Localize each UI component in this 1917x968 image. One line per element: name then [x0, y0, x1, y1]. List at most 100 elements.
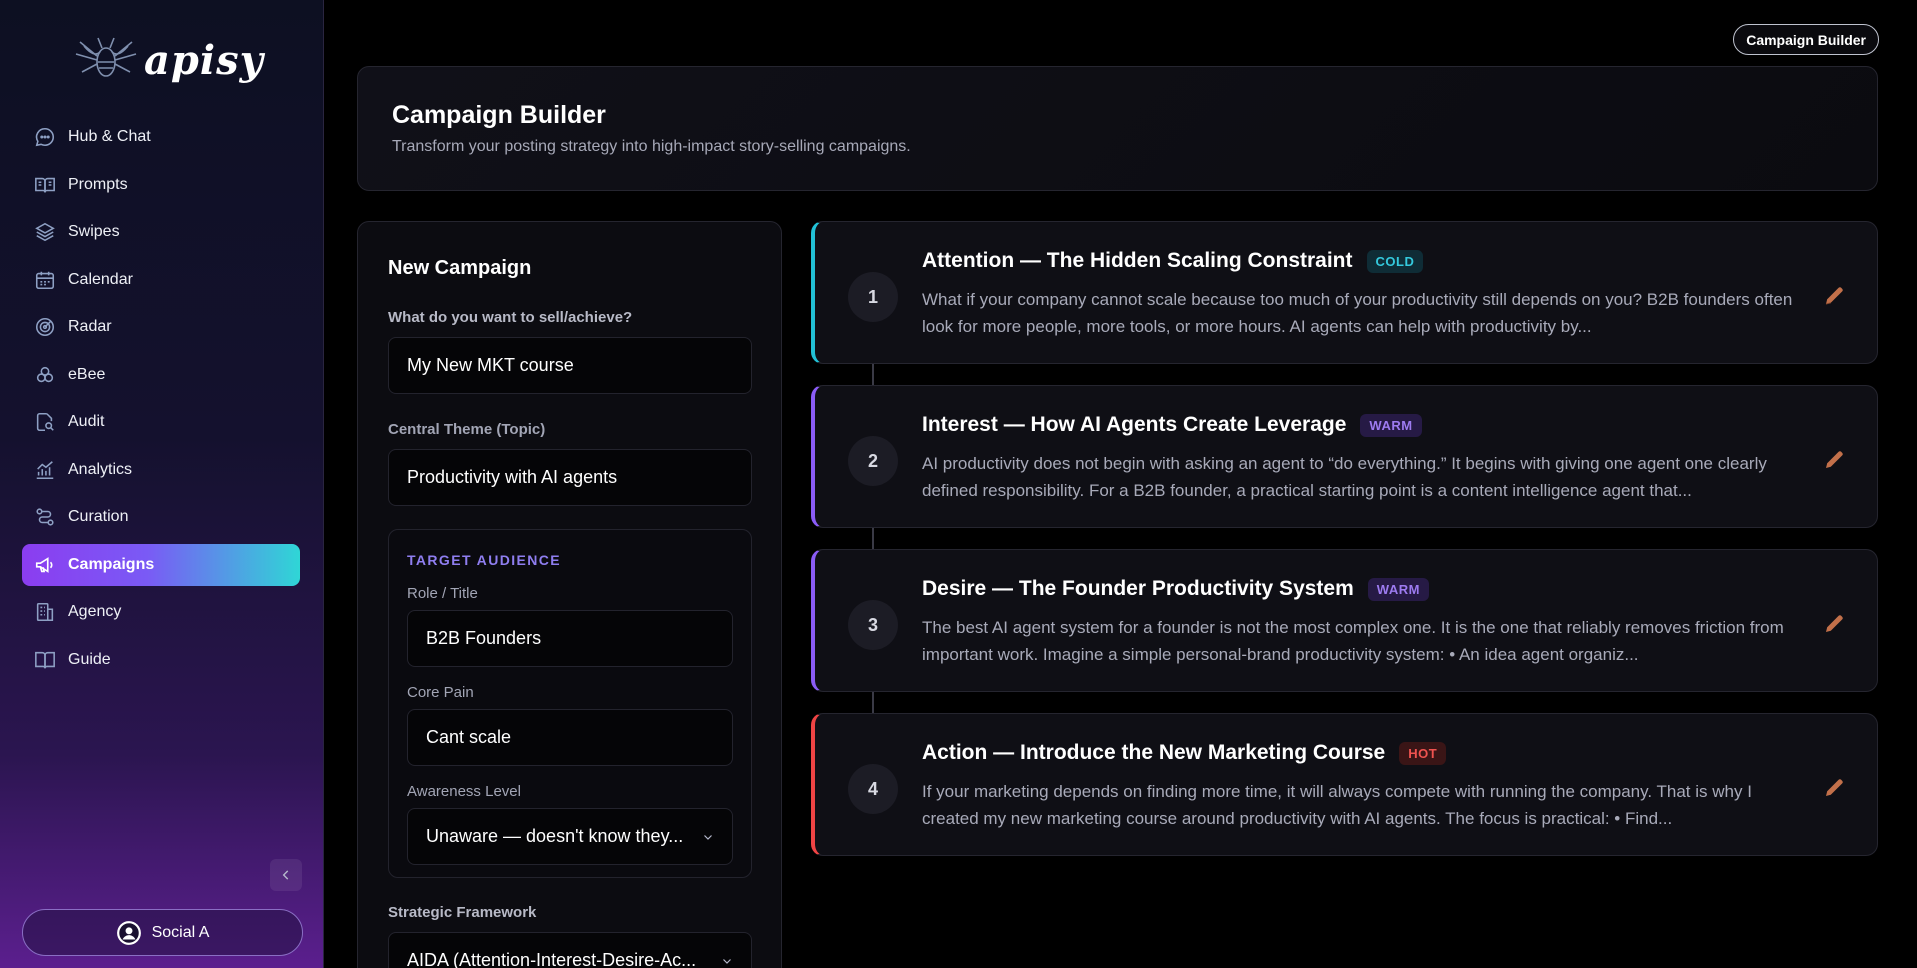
sidebar-item-label: Hub & Chat — [68, 128, 151, 145]
step-body: The best AI agent system for a founder i… — [922, 618, 1784, 664]
sidebar-item-analytics[interactable]: Analytics — [22, 449, 300, 491]
app-name: apisy — [144, 36, 264, 84]
framework-select[interactable]: AIDA (Attention-Interest-Desire-Ac... — [388, 932, 752, 968]
step-body: AI productivity does not begin with aski… — [922, 454, 1767, 500]
target-audience-section: TARGET AUDIENCE Role / Title B2B Founder… — [388, 529, 752, 878]
radar-icon — [35, 317, 55, 337]
chevron-down-icon — [723, 959, 731, 964]
step-header: Interest — How AI Agents Create Leverage… — [922, 413, 1422, 437]
step-title: Attention — The Hidden Scaling Constrain… — [922, 249, 1353, 272]
chevron-down-icon — [704, 835, 712, 840]
chevron-left-icon — [282, 870, 289, 880]
step-body: If your marketing depends on finding mor… — [922, 782, 1752, 828]
pencil-icon[interactable] — [1823, 447, 1847, 471]
sidebar-nav: Hub & Chat Prompts Swipes Calendar Radar… — [22, 116, 300, 686]
sidebar-item-label: Calendar — [68, 270, 133, 288]
sidebar-item-label: Curation — [68, 508, 129, 525]
sidebar-item-hub-chat[interactable]: Hub & Chat — [22, 116, 300, 158]
layers-icon — [35, 222, 55, 242]
sidebar-item-label: Swipes — [68, 223, 120, 240]
core-pain-input[interactable]: Cant scale — [407, 709, 733, 766]
step-connector — [872, 528, 874, 550]
hexagon-cluster-icon — [36, 366, 54, 382]
role-label: Role / Title — [407, 585, 478, 602]
page-header: Campaign Builder Transform your posting … — [357, 66, 1878, 191]
trend-chart-icon — [36, 460, 54, 479]
sidebar-item-label: Campaigns — [68, 555, 155, 573]
campaign-builder-badge[interactable]: Campaign Builder — [1733, 24, 1879, 55]
form-title: New Campaign — [388, 257, 532, 279]
step-header: Desire — The Founder Productivity System… — [922, 577, 1429, 601]
calendar-icon — [35, 271, 55, 289]
step-title: Interest — How AI Agents Create Leverage — [922, 413, 1347, 436]
file-search-icon — [36, 412, 54, 432]
step-title: Desire — The Founder Productivity System — [922, 577, 1354, 600]
app-logo[interactable]: apisy — [72, 32, 264, 88]
theme-input[interactable]: Productivity with AI agents — [388, 449, 752, 506]
theme-input-value: Productivity with AI agents — [407, 467, 618, 487]
goal-input[interactable]: My New MKT course — [388, 337, 752, 394]
temperature-badge: WARM — [1367, 577, 1429, 601]
sidebar-item-prompts[interactable]: Prompts — [22, 164, 300, 206]
sidebar-item-campaigns[interactable]: Campaigns — [22, 543, 300, 586]
awareness-label: Awareness Level — [407, 783, 521, 800]
step-connector — [872, 364, 874, 386]
sidebar-item-label: Agency — [68, 603, 122, 620]
new-campaign-form: New Campaign What do you want to sell/ac… — [357, 221, 782, 968]
book-icon — [35, 651, 55, 668]
profile-label: Social A — [151, 923, 210, 941]
chat-bubble-icon — [35, 127, 54, 147]
campaign-step-card[interactable]: 4 Action — Introduce the New Marketing C… — [811, 713, 1878, 856]
temperature-badge: COLD — [1366, 249, 1424, 273]
step-number: 1 — [848, 272, 898, 322]
sidebar-item-label: Guide — [68, 650, 111, 668]
sidebar-item-audit[interactable]: Audit — [22, 401, 300, 443]
campaign-step-card[interactable]: 2 Interest — How AI Agents Create Levera… — [811, 385, 1878, 528]
sidebar-item-label: Analytics — [68, 460, 133, 478]
sidebar-item-radar[interactable]: Radar — [22, 306, 300, 348]
pencil-icon[interactable] — [1823, 775, 1847, 799]
core-pain-input-value: Cant scale — [426, 727, 512, 747]
pencil-icon[interactable] — [1823, 283, 1847, 307]
framework-select-value: AIDA (Attention-Interest-Desire-Ac... — [407, 950, 697, 968]
sidebar-item-label: Prompts — [68, 175, 128, 193]
sidebar-item-label: eBee — [68, 365, 106, 383]
awareness-select[interactable]: Unaware — doesn't know they... — [407, 808, 733, 865]
bee-logo-icon — [75, 37, 137, 77]
goal-input-value: My New MKT course — [407, 355, 574, 375]
sidebar: apisy Hub & Chat Prompts Swipes Calendar… — [0, 0, 324, 968]
goal-label: What do you want to sell/achieve? — [388, 309, 633, 326]
sidebar-item-guide[interactable]: Guide — [22, 639, 300, 681]
pencil-icon[interactable] — [1823, 611, 1847, 635]
role-input[interactable]: B2B Founders — [407, 610, 733, 667]
target-audience-title: TARGET AUDIENCE — [407, 552, 561, 568]
user-circle-icon — [116, 920, 141, 945]
campaign-step-card[interactable]: 3 Desire — The Founder Productivity Syst… — [811, 549, 1878, 692]
sidebar-item-swipes[interactable]: Swipes — [22, 211, 300, 253]
temperature-badge: WARM — [1360, 413, 1422, 437]
role-input-value: B2B Founders — [426, 628, 542, 648]
page-title: Campaign Builder — [392, 101, 606, 129]
step-connector — [872, 692, 874, 714]
campaign-step-card[interactable]: 1 Attention — The Hidden Scaling Constra… — [811, 221, 1878, 364]
page-subtitle: Transform your posting strategy into hig… — [392, 138, 911, 155]
building-icon — [36, 602, 54, 622]
sidebar-item-agency[interactable]: Agency — [22, 591, 300, 633]
step-header: Attention — The Hidden Scaling Constrain… — [922, 249, 1424, 273]
framework-label: Strategic Framework — [388, 904, 537, 921]
route-icon — [36, 508, 54, 526]
profile-button[interactable]: Social A — [22, 909, 303, 956]
sidebar-item-curation[interactable]: Curation — [22, 496, 300, 538]
step-number: 2 — [848, 436, 898, 486]
core-pain-label: Core Pain — [407, 684, 474, 701]
step-title: Action — Introduce the New Marketing Cou… — [922, 741, 1386, 764]
sidebar-item-ebee[interactable]: eBee — [22, 354, 300, 396]
sidebar-item-calendar[interactable]: Calendar — [22, 259, 300, 301]
book-open-icon — [35, 177, 55, 192]
step-number: 3 — [848, 600, 898, 650]
theme-label: Central Theme (Topic) — [388, 421, 546, 438]
megaphone-icon — [35, 556, 53, 573]
temperature-badge: HOT — [1399, 741, 1447, 765]
step-body: What if your company cannot scale becaus… — [922, 290, 1793, 336]
sidebar-collapse-button[interactable] — [270, 859, 302, 891]
